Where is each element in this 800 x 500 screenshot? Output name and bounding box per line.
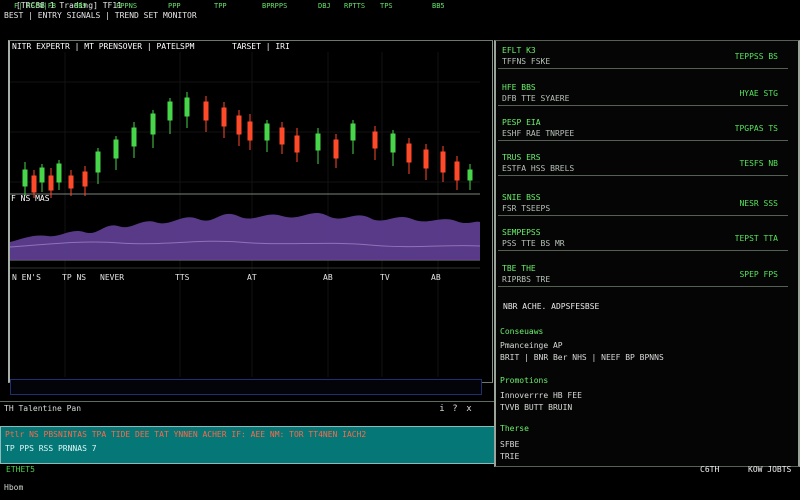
right-section-b-line1: Pmanceinge AP [500, 341, 563, 350]
window-title-line2: BEST | ENTRY SIGNALS | TREND SET MONITOR [4, 11, 197, 20]
right-row-5-sub: FSR TSEEPS [502, 204, 551, 213]
footer-left: ETHET5 [6, 465, 35, 474]
close-icon[interactable]: x [465, 404, 473, 414]
right-section-c-title: Promotions [500, 376, 549, 385]
right-section-a: NBR ACHE. ADPSFESBSE [503, 302, 600, 311]
toolbar-item-6[interactable]: BPRPPS [262, 2, 304, 12]
info-icon[interactable]: i [438, 404, 446, 414]
toolbar-item-3[interactable]: FPPNS [116, 2, 150, 12]
chart-header-right: TARSET | IRI [232, 42, 290, 51]
toolbar-item-1[interactable]: F| FSFN|F8 [14, 2, 66, 12]
toolbar-item-2[interactable]: BB9 [74, 2, 98, 12]
right-section-d-line2: TRIE [500, 452, 520, 461]
x-tick-8: AB [431, 273, 441, 282]
right-row-2[interactable]: HFE BBS DFB TTE SYAERE HYAE STG [498, 81, 788, 106]
right-section-d-title: Therse [500, 424, 529, 433]
help-icon[interactable]: ? [451, 404, 459, 414]
right-row-6-label: SEMPEPSS [502, 228, 541, 237]
right-row-4-value: TESFS NB [739, 159, 778, 168]
right-row-3-label: PESP EIA [502, 118, 541, 127]
right-section-d-line1: SFBE [500, 440, 520, 449]
bottom-divider [0, 401, 494, 402]
chart-toolbar [10, 379, 482, 395]
toolbar-item-4[interactable]: PPP [168, 2, 188, 12]
x-tick-5: AT [247, 273, 257, 282]
right-row-4[interactable]: TRUS ERS ESTFA HSS BRELS TESFS NB [498, 151, 788, 176]
toolbar-item-8[interactable]: RPTTS [344, 2, 376, 12]
right-row-2-label: HFE BBS [502, 83, 536, 92]
right-row-6-sub: PSS TTE BS MR [502, 239, 565, 248]
right-row-6-value: TEPST TTA [734, 234, 778, 243]
bottom-title: TH Talentine Pan [4, 404, 82, 413]
price-chart [10, 52, 480, 377]
command-input-line2[interactable]: TP PPS RSS PRNNAS 7 [5, 444, 185, 454]
toolbar-item-7[interactable]: DBJ [318, 2, 336, 12]
right-row-3-value: TPGPAS TS [734, 124, 778, 133]
right-row-5[interactable]: SNIE BSS FSR TSEEPS NESR SSS [498, 191, 788, 216]
right-section-c-line2: TVVB BUTT BRUIN [500, 403, 573, 412]
x-tick-2: TP NS [62, 273, 87, 282]
right-row-4-sub: ESTFA HSS BRELS [502, 164, 575, 173]
indicator-label: F NS MAS [11, 194, 50, 203]
toolbar-item-5[interactable]: TPP [214, 2, 240, 12]
right-row-2-sub: DFB TTE SYAERE [502, 94, 570, 103]
x-tick-3: NEVER [100, 273, 125, 282]
right-section-b-title: Conseuaws [500, 327, 544, 336]
x-tick-6: AB [323, 273, 333, 282]
x-tick-1: N EN'S [12, 273, 41, 282]
right-row-7-label: TBE THE [502, 264, 536, 273]
right-row-6[interactable]: SEMPEPSS PSS TTE BS MR TEPST TTA [498, 226, 788, 251]
toolbar-item-9[interactable]: TPS [380, 2, 404, 12]
right-row-1-label: EFLT K3 [502, 46, 536, 55]
right-row-4-label: TRUS ERS [502, 153, 541, 162]
right-row-1-value: TEPPSS BS [734, 52, 778, 61]
toolbar-item-10[interactable]: BB5 [432, 2, 456, 12]
right-row-5-label: SNIE BSS [502, 193, 541, 202]
right-row-7-sub: RIPRBS TRE [502, 275, 551, 284]
right-row-5-value: NESR SSS [739, 199, 778, 208]
right-row-1[interactable]: EFLT K3 TFFNS FSKE TEPPSS BS [498, 44, 788, 69]
command-input-line1[interactable]: Ptlr NS PBSNINTAS TPA TIDE DEE TAT YNNEN… [5, 430, 487, 440]
right-row-1-sub: TFFNS FSKE [502, 57, 551, 66]
right-row-3[interactable]: PESP EIA ESHF RAE TNRPEE TPGPAS TS [498, 116, 788, 141]
right-row-7[interactable]: TBE THE RIPRBS TRE SPEP FPS [498, 262, 788, 287]
right-row-7-value: SPEP FPS [739, 270, 778, 279]
x-tick-7: TV [380, 273, 390, 282]
right-section-b-line2: BRIT | BNR Ber NHS | NEEF BP BPNNS [500, 353, 664, 362]
right-footer-right: KOW JOBTS [748, 465, 792, 474]
footer-left2: Hbom [4, 483, 24, 492]
right-row-2-value: HYAE STG [739, 89, 778, 98]
right-row-3-sub: ESHF RAE TNRPEE [502, 129, 575, 138]
chart-header-mid: SPM [180, 42, 195, 51]
right-section-c-line1: Innoverrre HB FEE [500, 391, 582, 400]
x-tick-4: TTS [175, 273, 190, 282]
